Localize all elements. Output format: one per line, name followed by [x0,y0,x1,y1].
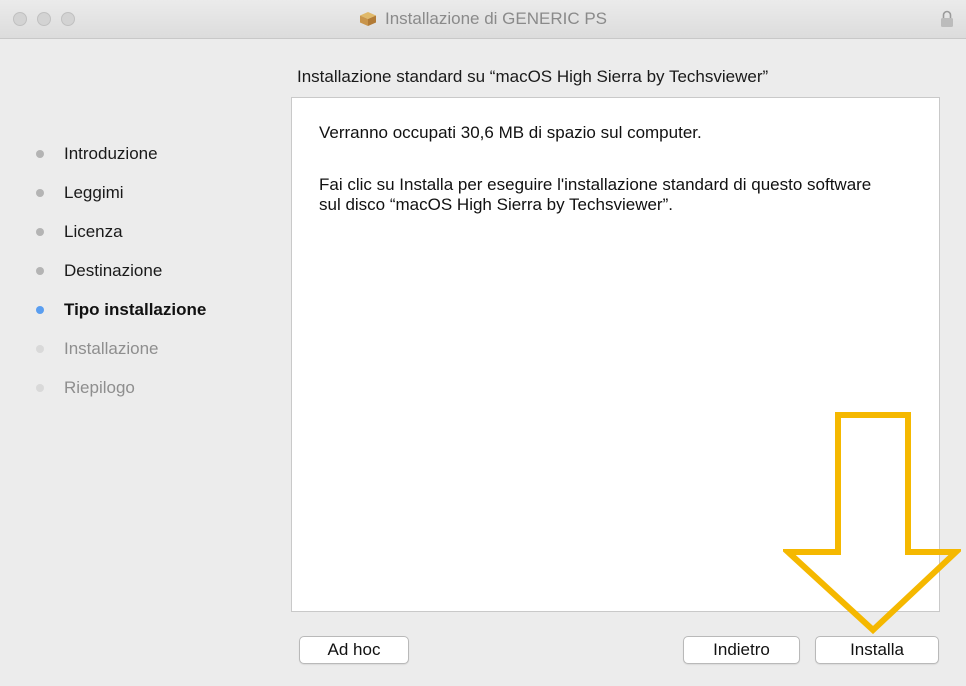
page-heading: Installazione standard su “macOS High Si… [297,67,769,86]
step-licenza: Licenza [36,212,206,251]
step-dot-icon [36,383,44,392]
back-button[interactable]: Indietro [683,636,800,664]
install-steps-sidebar: Introduzione Leggimi Licenza Destinazion… [36,134,206,407]
step-dot-icon [36,149,44,158]
step-label: Installazione [64,338,159,358]
disk-space-text: Verranno occupati 30,6 MB di spazio sul … [319,123,702,142]
step-dot-icon [36,305,44,314]
title-bar: Installazione di GENERIC PS [0,0,966,39]
install-button[interactable]: Installa [815,636,939,664]
step-dot-icon [36,344,44,353]
lock-icon[interactable] [940,10,954,28]
down-arrow-annotation-icon [783,412,961,634]
step-destinazione: Destinazione [36,251,206,290]
step-dot-icon [36,188,44,197]
step-label: Destinazione [64,260,163,280]
step-label: Riepilogo [64,377,135,397]
step-dot-icon [36,227,44,236]
window-title: Installazione di GENERIC PS [384,9,608,28]
package-icon [359,12,376,26]
step-label: Leggimi [64,182,124,202]
step-label: Licenza [64,221,123,241]
step-installazione: Installazione [36,329,206,368]
step-label: Tipo installazione [64,299,207,319]
step-tipo-installazione: Tipo installazione [36,290,206,329]
step-dot-icon [36,266,44,275]
step-label: Introduzione [64,143,158,163]
customize-button[interactable]: Ad hoc [299,636,409,664]
step-leggimi: Leggimi [36,173,206,212]
step-introduzione: Introduzione [36,134,206,173]
step-riepilogo: Riepilogo [36,368,206,407]
install-instructions-text: Fai clic su Installa per eseguire l'inst… [319,175,872,214]
